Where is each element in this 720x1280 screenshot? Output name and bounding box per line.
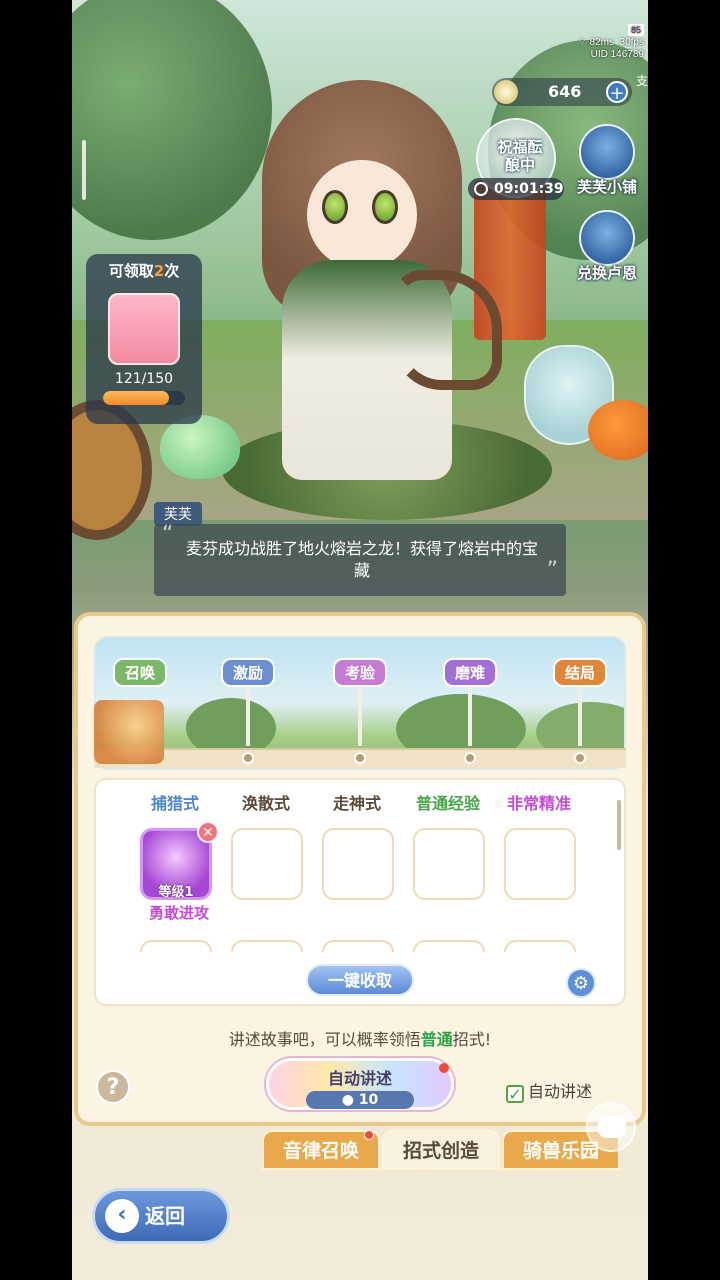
move-slot-empty[interactable] (231, 940, 303, 952)
blessing-label: 祝福酝酿中 (497, 138, 543, 174)
dialogue-box[interactable]: “ 麦芬成功战胜了地火熔岩之龙！获得了熔岩中的宝藏 ” (154, 524, 566, 596)
exchange-rune-button[interactable]: 兑换卢恩 (572, 210, 642, 283)
stage-hardship[interactable]: 磨难 (430, 658, 510, 764)
move-slot-empty[interactable] (231, 828, 303, 900)
game-screen: 85 ⌔ 82ms 30fps UID 146789 646 + 支 祝福酝酿中… (72, 0, 648, 1280)
status-info: 85 ⌔ 82ms 30fps UID 146789 (577, 24, 644, 61)
latency-text: 82ms (589, 37, 614, 48)
stage-ending[interactable]: 结局 (540, 658, 620, 764)
scroll-indicator (82, 140, 86, 200)
back-button[interactable]: ‹ 返回 (92, 1188, 230, 1244)
stage-label: 召唤 (112, 658, 167, 687)
reward-progress-text: 121/150 (114, 371, 174, 387)
auto-narrate-label: 自动讲述 (327, 1069, 392, 1088)
shop-button[interactable]: 芙芙小铺 (572, 124, 642, 197)
move-slot-empty[interactable] (413, 940, 485, 952)
stage-summon[interactable]: 召唤 (100, 658, 180, 687)
stage-pole (246, 686, 250, 746)
auto-checkbox-label: 自动讲述 (528, 1082, 593, 1101)
harp-shop-icon (579, 124, 635, 180)
notification-dot (439, 1063, 449, 1073)
stage-label: 激励 (220, 658, 275, 687)
timer-text: 09:01:39 (494, 181, 564, 197)
quote-open-icon: “ (162, 522, 174, 547)
character-fufu[interactable] (222, 40, 502, 500)
cat-reward-icon (108, 293, 180, 365)
stage-pole (468, 686, 472, 746)
currency-bar: 646 + (492, 78, 632, 106)
move-slot-empty[interactable] (322, 828, 394, 900)
character-eye-right (372, 190, 398, 224)
stage-dot (464, 752, 476, 764)
back-arrow-icon: ‹ (105, 1199, 139, 1233)
coin-icon (494, 80, 518, 104)
add-currency-button[interactable]: + (606, 81, 628, 104)
remove-slot-button[interactable]: ✕ (197, 821, 219, 843)
column-header: 非常精准 (506, 794, 571, 813)
stage-label: 考验 (332, 658, 387, 687)
reward-progress-fill (103, 391, 170, 405)
stage-label: 结局 (552, 658, 607, 687)
stage-inspire[interactable]: 激励 (208, 658, 288, 764)
uid-value: 146789 (610, 49, 644, 60)
clock-icon (474, 182, 488, 196)
settings-gear-icon[interactable]: ⚙ (566, 968, 596, 998)
move-slot-empty[interactable] (413, 828, 485, 900)
slot-level: 等级1 (158, 885, 194, 900)
reward-title: 可领取2次 (108, 262, 180, 280)
character-eye-left (322, 190, 348, 224)
cart-character-icon (94, 700, 164, 764)
story-hint: 讲述故事吧，可以概率领悟普通招式! (228, 1030, 492, 1049)
column-header: 涣散式 (241, 794, 290, 813)
edge-tag: 支 (635, 74, 648, 88)
stage-dot (574, 752, 586, 764)
dialogue-text: 麦芬成功战胜了地火熔岩之龙！获得了熔岩中的宝藏 (185, 539, 538, 580)
uid-label: UID (590, 49, 608, 60)
checkmark-icon: ✓ (506, 1085, 524, 1103)
auto-narrate-button[interactable]: 自动讲述 ● 10 (266, 1058, 454, 1110)
stage-pole (358, 686, 362, 746)
slots-scrollbar[interactable] (617, 800, 621, 850)
bottom-tabs: 音律召唤 招式创造 骑兽乐园 (262, 1130, 622, 1170)
harp-icon (392, 270, 502, 390)
collect-all-button[interactable]: 一键收取 (306, 964, 414, 996)
stage-dot (354, 752, 366, 764)
column-header: 普通经验 (415, 794, 480, 813)
exchange-label: 兑换卢恩 (576, 264, 637, 282)
move-slot-empty[interactable] (504, 940, 576, 952)
stage-pole (578, 686, 582, 746)
column-header: 走神式 (332, 794, 381, 813)
currency-amount: 646 (548, 82, 582, 101)
stage-label: 磨难 (442, 658, 497, 687)
back-label: 返回 (145, 1204, 185, 1228)
chat-icon[interactable] (586, 1102, 636, 1152)
auto-narrate-cost: ● 10 (306, 1091, 414, 1109)
shop-label: 芙芙小铺 (576, 178, 637, 196)
move-slot-empty[interactable] (140, 940, 212, 952)
fps-text: 30fps (619, 37, 644, 48)
battery-indicator: 85 (627, 24, 644, 36)
quote-close-icon: ” (546, 558, 558, 583)
exchange-icon (579, 210, 635, 266)
auto-narrate-checkbox[interactable]: ✓ 自动讲述 (506, 1078, 592, 1103)
reward-progress-bar (103, 391, 185, 405)
stage-dot (242, 752, 254, 764)
tab-move-creation[interactable]: 招式创造 (382, 1130, 500, 1170)
green-slime[interactable] (160, 415, 240, 479)
help-icon[interactable]: ? (96, 1070, 130, 1104)
notification-dot (364, 1130, 374, 1140)
wifi-icon: ⌔ (577, 37, 587, 48)
move-slot-filled[interactable]: 等级1 ✕ (140, 821, 219, 900)
blessing-timer: 09:01:39 (468, 178, 564, 200)
move-slot-empty[interactable] (322, 940, 394, 952)
tab-rhythm-summon[interactable]: 音律召唤 (262, 1130, 380, 1170)
column-header: 捕猎式 (150, 794, 199, 813)
stage-trial[interactable]: 考验 (320, 658, 400, 764)
slot-move-name: 勇敢进攻 (148, 904, 209, 922)
move-slot-empty[interactable] (504, 828, 576, 900)
reward-progress-card[interactable]: 可领取2次 121/150 (86, 254, 202, 424)
